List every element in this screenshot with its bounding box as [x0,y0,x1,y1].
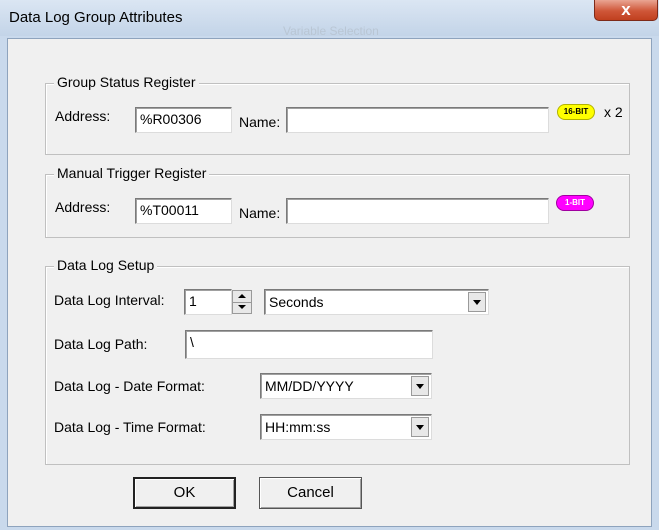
date-format-label: Data Log - Date Format: [54,378,205,394]
data-log-path-input[interactable]: \ [185,330,433,359]
group-status-name-input[interactable] [286,107,549,133]
chevron-down-icon[interactable] [468,292,486,312]
time-format-label: Data Log - Time Format: [54,419,206,435]
group-status-address-input[interactable]: %R00306 [135,107,232,133]
data-log-interval-input[interactable]: 1 [184,289,232,315]
window-title: Data Log Group Attributes [9,9,183,26]
data-log-interval-unit-select[interactable]: Seconds [264,289,489,315]
manual-trigger-address-label: Address: [55,199,111,215]
ok-button[interactable]: OK [133,477,236,509]
close-button[interactable]: x [594,0,658,21]
spinner-down-icon[interactable] [233,302,251,313]
time-format-value: HH:mm:ss [265,419,331,435]
manual-trigger-register-group: Manual Trigger Register Address: %T00011… [45,165,630,238]
16-bit-badge-icon: 16-BIT [557,104,595,120]
interval-unit-value: Seconds [269,294,324,310]
1-bit-badge-icon: 1-BIT [556,195,594,211]
chevron-down-icon[interactable] [411,376,429,396]
title-bar[interactable]: Data Log Group Attributes Variable Selec… [0,0,659,38]
group-status-legend: Group Status Register [54,74,199,90]
group-status-address-label: Address: [55,108,111,124]
date-format-value: MM/DD/YYYY [265,378,354,394]
data-log-setup-legend: Data Log Setup [54,257,158,273]
data-log-path-label: Data Log Path: [54,336,148,352]
background-window-title: Variable Selection [283,24,379,38]
close-icon: x [621,0,631,19]
date-format-select[interactable]: MM/DD/YYYY [260,373,432,399]
chevron-down-icon[interactable] [411,417,429,437]
cancel-button[interactable]: Cancel [259,477,362,509]
group-status-register-group: Group Status Register Address: %R00306 N… [45,74,630,155]
interval-spinner[interactable] [232,290,252,314]
data-log-setup-group: Data Log Setup Data Log Interval: 1 Seco… [45,257,630,465]
group-status-name-label: Name: [239,114,281,130]
dialog-client-area: Group Status Register Address: %R00306 N… [7,38,652,527]
register-multiplier: x 2 [604,104,623,120]
data-log-interval-label: Data Log Interval: [54,292,165,308]
manual-trigger-name-input[interactable] [286,198,549,224]
manual-trigger-legend: Manual Trigger Register [54,165,210,181]
manual-trigger-address-input[interactable]: %T00011 [135,198,232,224]
manual-trigger-name-label: Name: [239,205,281,221]
time-format-select[interactable]: HH:mm:ss [260,414,432,440]
